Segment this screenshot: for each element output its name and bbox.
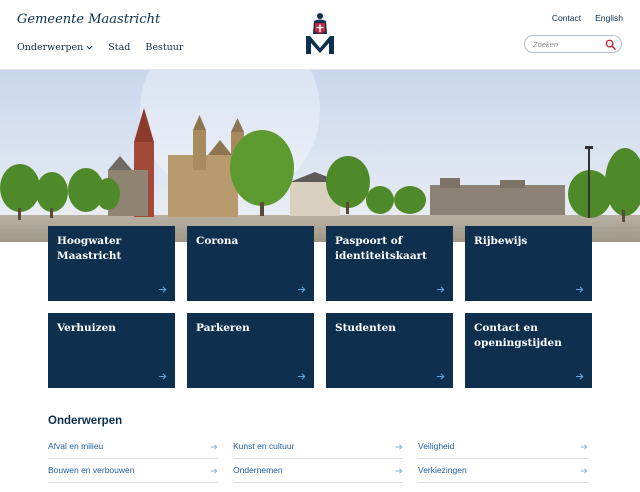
tile-parkeren[interactable]: Parkeren [187,313,314,388]
arrow-right-icon [436,373,445,380]
topic-link-kunst-en-cultuur[interactable]: Kunst en cultuur [233,435,403,459]
arrow-right-icon [158,373,167,380]
nav-item-label: Bestuur [145,42,184,53]
nav-item-onderwerpen[interactable]: Onderwerpen [17,42,93,53]
arrow-right-icon [580,444,588,450]
tile-studenten[interactable]: Studenten [326,313,453,388]
main-nav: Onderwerpen Stad Bestuur [17,42,183,53]
topic-link-afval-en-milieu[interactable]: Afval en milieu [48,435,218,459]
nav-item-label: Onderwerpen [17,42,84,53]
arrow-right-icon [575,373,584,380]
search-input[interactable] [533,38,603,50]
tile-hoogwater-maastricht[interactable]: Hoogwater Maastricht [48,226,175,301]
tile-label: Studenten [335,322,396,334]
tile-corona[interactable]: Corona [187,226,314,301]
arrow-right-icon [210,444,218,450]
nav-item-label: Stad [108,42,131,53]
tile-verhuizen[interactable]: Verhuizen [48,313,175,388]
topic-link-veiligheid[interactable]: Veiligheid [418,435,588,459]
vrijthof-square-illustration [0,70,640,242]
tile-contact-openingstijden[interactable]: Contact en openingstijden [465,313,592,388]
topic-link-verkiezingen[interactable]: Verkiezingen [418,459,588,483]
search-box [524,35,622,53]
arrow-right-icon [575,286,584,293]
arrow-right-icon [158,286,167,293]
tile-label: Parkeren [196,322,250,334]
arrow-right-icon [436,286,445,293]
tile-rijbewijs[interactable]: Rijbewijs [465,226,592,301]
tile-label: Verhuizen [57,322,116,334]
top-links: Contact English [552,13,623,23]
arrow-right-icon [210,468,218,474]
arrow-right-icon [297,286,306,293]
site-brand[interactable]: Gemeente Maastricht [17,12,160,27]
topic-link-bouwen-en-verbouwen[interactable]: Bouwen en verbouwen [48,459,218,483]
search-icon[interactable] [605,39,616,50]
topic-link-ondernemen[interactable]: Ondernemen [233,459,403,483]
topic-label: Bouwen en verbouwen [48,465,135,475]
tile-label: Paspoort of identiteitskaart [335,235,428,263]
tile-paspoort[interactable]: Paspoort of identiteitskaart [326,226,453,301]
section-title-onderwerpen: Onderwerpen [48,415,123,427]
english-link[interactable]: English [595,13,623,23]
arrow-right-icon [395,444,403,450]
tile-label: Corona [196,235,239,247]
nav-item-bestuur[interactable]: Bestuur [145,42,183,53]
nav-item-stad[interactable]: Stad [108,42,130,53]
contact-link[interactable]: Contact [552,13,581,23]
topic-label: Veiligheid [418,441,455,451]
municipal-crest-icon[interactable] [304,12,336,56]
topic-label: Kunst en cultuur [233,441,295,451]
topic-label: Afval en milieu [48,441,104,451]
topic-label: Ondernemen [233,465,283,475]
topic-label: Verkiezingen [418,465,467,475]
tile-label: Rijbewijs [474,235,528,247]
site-header: Gemeente Maastricht Onderwerpen Stad Bes… [0,0,640,70]
chevron-down-icon [86,45,93,50]
arrow-right-icon [395,468,403,474]
hero-image [0,70,640,242]
arrow-right-icon [297,373,306,380]
tile-label: Contact en openingstijden [474,322,562,350]
tile-label: Hoogwater Maastricht [57,235,122,263]
arrow-right-icon [580,468,588,474]
